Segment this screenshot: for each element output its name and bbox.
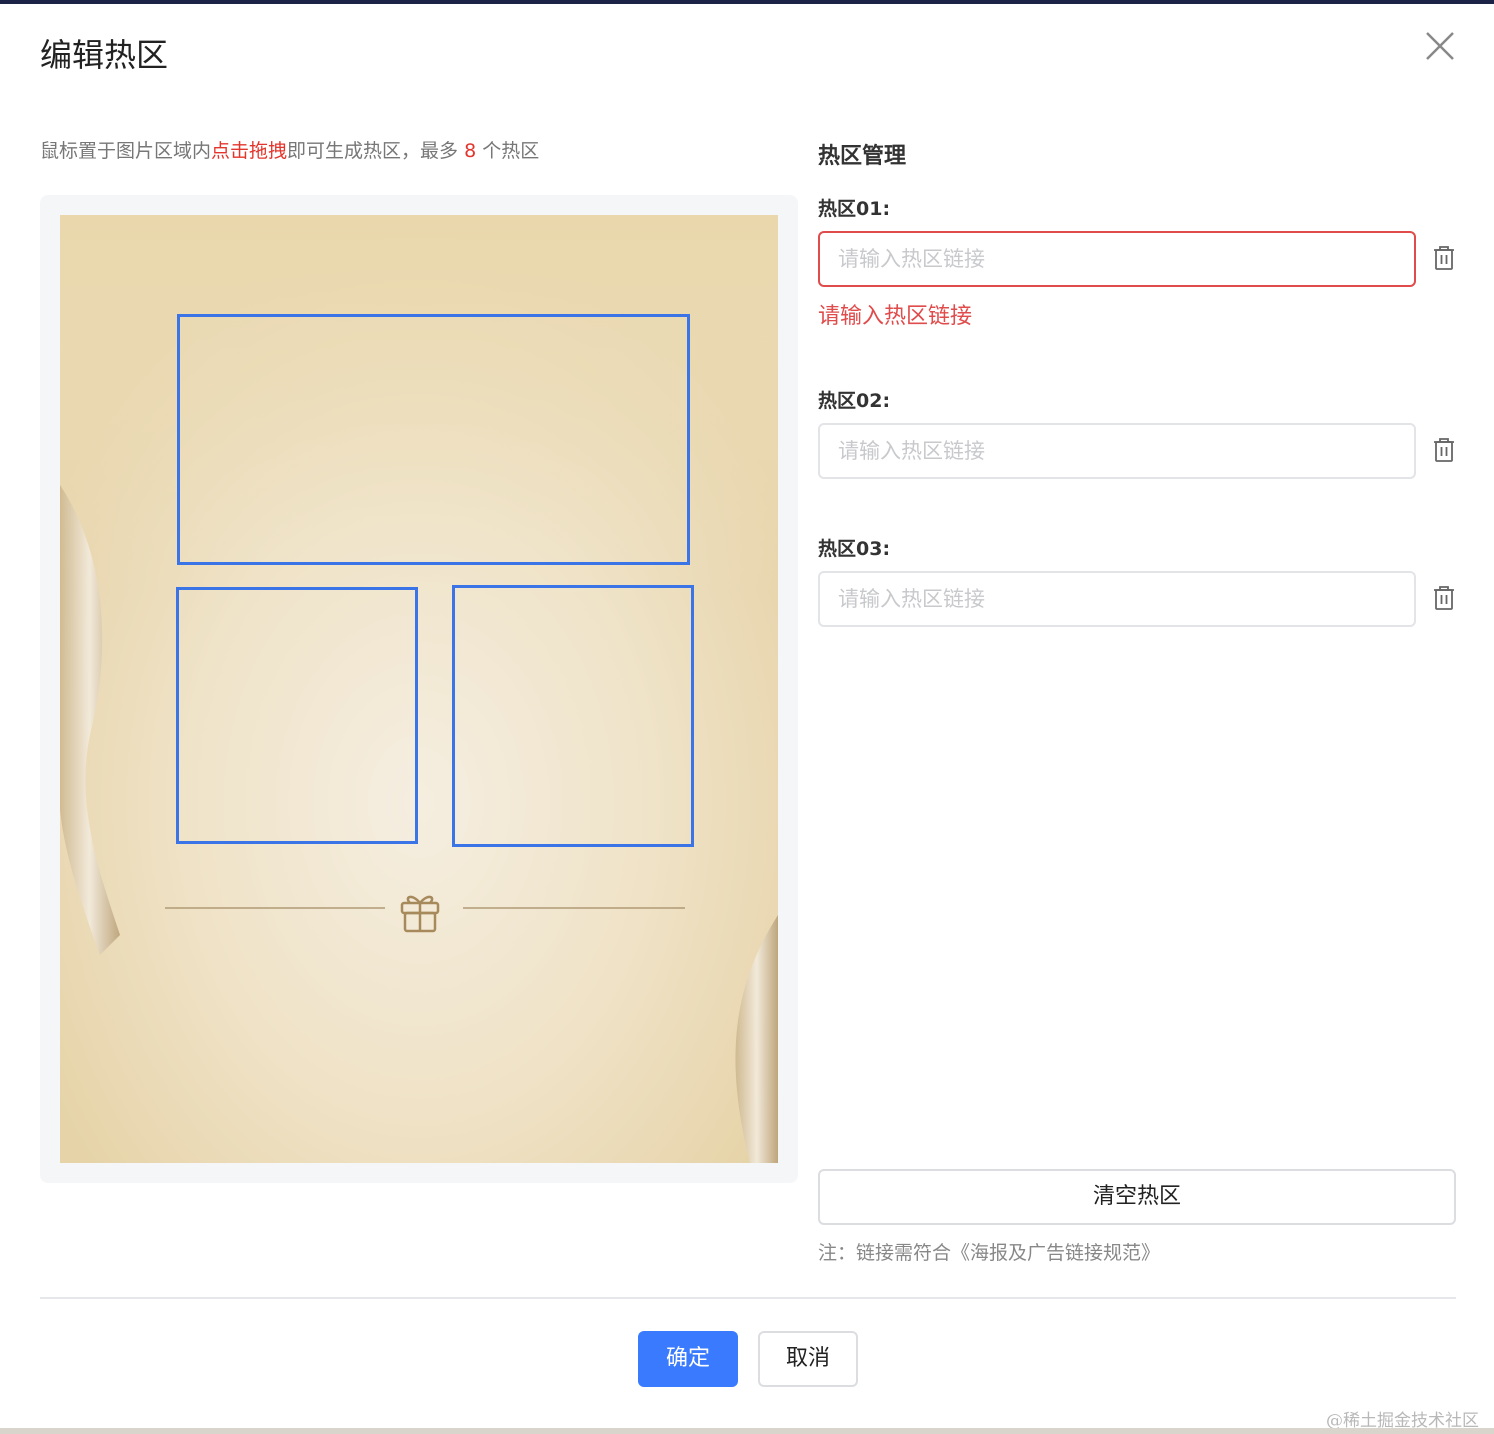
hint-max-count: 8 xyxy=(464,140,477,162)
confirm-button[interactable]: 确定 xyxy=(638,1331,738,1387)
clear-hotzones-button[interactable]: 清空热区 xyxy=(818,1169,1456,1225)
dialog-title: 编辑热区 xyxy=(40,36,169,74)
hotzone-box-3[interactable] xyxy=(452,585,694,847)
trash-icon[interactable] xyxy=(1432,585,1456,611)
close-button[interactable] xyxy=(1420,28,1460,68)
hotzone-02-label: 热区02: xyxy=(818,390,891,412)
hotzone-01-label: 热区01: xyxy=(818,198,891,220)
trash-icon[interactable] xyxy=(1432,245,1456,271)
hint-highlight: 点击拖拽 xyxy=(211,140,288,162)
hint-middle: 即可生成热区，最多 xyxy=(287,140,465,162)
poster-image-area[interactable] xyxy=(60,215,778,1163)
hotzone-hint: 鼠标置于图片区域内点击拖拽即可生成热区，最多 8 个热区 xyxy=(40,136,539,163)
close-icon xyxy=(1426,32,1454,60)
footer-divider xyxy=(40,1297,1456,1299)
hotzone-management-title: 热区管理 xyxy=(818,144,907,169)
cancel-button[interactable]: 取消 xyxy=(758,1331,858,1387)
bottom-background-strip xyxy=(0,1428,1494,1434)
hotzone-01-error-message: 请输入热区链接 xyxy=(818,304,973,329)
hotzone-03-link-input[interactable] xyxy=(818,571,1416,627)
hotzone-box-1[interactable] xyxy=(177,314,690,565)
hotzone-03-label: 热区03: xyxy=(818,538,891,560)
hotzone-02-link-input[interactable] xyxy=(818,423,1416,479)
hint-suffix: 个热区 xyxy=(476,140,540,162)
hotzone-box-2[interactable] xyxy=(176,587,418,844)
hint-prefix: 鼠标置于图片区域内 xyxy=(40,140,212,162)
top-accent-bar xyxy=(0,0,1494,4)
trash-icon[interactable] xyxy=(1432,437,1456,463)
link-rule-note: 注：链接需符合《海报及广告链接规范》 xyxy=(818,1242,1161,1264)
hotzone-01-link-input[interactable] xyxy=(818,231,1416,287)
